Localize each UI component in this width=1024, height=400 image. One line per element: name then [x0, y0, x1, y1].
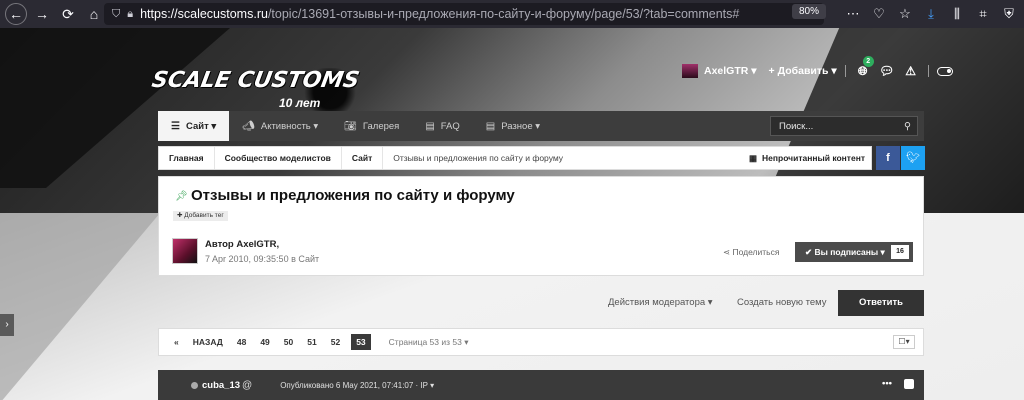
tab-gallery[interactable]: 📷︎ Галерея [331, 111, 412, 141]
zoom-indicator[interactable]: 80% [792, 4, 826, 19]
chevron-down-icon: ▾ [748, 65, 757, 77]
facebook-share-button[interactable]: f [876, 146, 900, 170]
user-avatar[interactable] [682, 64, 698, 78]
comment-posted: Опубликовано 6 May 2021, 07:41:07 · IP ▾ [280, 380, 435, 390]
comment-menu-button[interactable]: ••• [882, 378, 892, 389]
logo-text: SCALE CUSTOMS [149, 68, 362, 93]
theme-toggle[interactable] [936, 66, 953, 76]
notifications-globe-icon[interactable]: 🌐︎ 2 [854, 55, 874, 79]
page-50[interactable]: 50 [277, 337, 300, 347]
home-button[interactable]: ⌂ [83, 3, 105, 25]
comment-header: cuba_13 @ Опубликовано 6 May 2021, 07:41… [158, 370, 924, 400]
offline-status-dot [191, 381, 198, 389]
search-icon[interactable]: ⚲ [904, 121, 911, 132]
topic-title: Отзывы и предложения по сайту и форуму [191, 187, 515, 204]
breadcrumb-home[interactable]: Главная [159, 147, 215, 169]
topic-author[interactable]: Автор AxelGTR, [205, 239, 279, 250]
topic-meta: 7 Apr 2010, 09:35:50 в Сайт [205, 254, 320, 264]
chevron-down-icon: ▾ [828, 65, 837, 77]
camera-icon: 📷︎ [344, 120, 357, 132]
list-icon: ☰ [171, 120, 180, 132]
shield-icon: ⛉ [112, 7, 121, 20]
page-49[interactable]: 49 [253, 337, 276, 347]
user-bar: AxelGTR ▾ + Добавить ▾ 🌐︎ 2 💬︎ ⚠ [682, 55, 953, 80]
follow-count: 16 [891, 245, 909, 259]
page-48[interactable]: 48 [230, 337, 253, 347]
tab-activity[interactable]: 📣︎ Активность ▾ [229, 111, 331, 141]
username-link[interactable]: AxelGTR [704, 65, 748, 77]
breadcrumb-current: Отзывы и предложения по сайту и форуму [393, 153, 564, 163]
url-text: https://scalecustoms.ru/topic/13691-отзы… [140, 7, 741, 21]
screenshot-icon[interactable]: ⌗ [970, 6, 996, 22]
megaphone-icon: 📣︎ [242, 120, 255, 132]
download-icon[interactable]: ⤓ [918, 6, 944, 22]
library-icon[interactable]: ⫼ [944, 6, 970, 22]
select-all-checkbox[interactable]: ☐▾ [893, 335, 915, 349]
main-nav: ☰ Сайт ▾ 📣︎ Активность ▾ 📷︎ Галерея ▤ FA… [158, 111, 924, 141]
pin-icon: 📌︎ [175, 191, 188, 202]
page-info[interactable]: Страница 53 из 53 ▾ [389, 337, 469, 348]
comment-username[interactable]: cuba_13 [202, 380, 240, 391]
notification-badge: 2 [862, 55, 874, 67]
pocket-icon[interactable]: ♡ [866, 6, 892, 22]
reply-button[interactable]: Ответить [838, 290, 924, 316]
add-tag-button[interactable]: ✚ Добавить тег [173, 211, 228, 221]
messages-icon[interactable]: 💬︎ [878, 64, 896, 78]
unread-icon: ▦ [748, 152, 757, 163]
page: SCALE CUSTOMS 10 лет AxelGTR ▾ + Добавит… [0, 28, 1024, 400]
logo-subtitle: 10 лет [279, 96, 321, 110]
forward-button[interactable]: → [31, 3, 53, 25]
follow-button[interactable]: ✔ Вы подписаны ▾ 16 [795, 242, 913, 262]
page-current: 53 [351, 334, 371, 350]
moderator-actions-button[interactable]: Действия модератора ▾ [608, 297, 713, 308]
add-content-button[interactable]: + Добавить [769, 65, 829, 77]
tab-site[interactable]: ☰ Сайт ▾ [158, 111, 230, 141]
check-icon: ✔ [805, 246, 813, 257]
breadcrumb: Главная Сообщество моделистов Сайт Отзыв… [158, 146, 872, 170]
document-icon: ▤ [425, 120, 435, 132]
address-bar[interactable]: ⛉ 🔒︎ https://scalecustoms.ru/topic/13691… [104, 3, 824, 25]
lock-icon: 🔒︎ [127, 7, 134, 20]
search-input[interactable]: Поиск... ⚲ [770, 116, 918, 136]
tab-faq[interactable]: ▤ FAQ [412, 111, 472, 141]
page-51[interactable]: 51 [300, 337, 323, 347]
reload-button[interactable]: ⟳ [57, 3, 79, 25]
new-topic-button[interactable]: Создать новую тему [737, 297, 827, 308]
bookmark-star-icon[interactable]: ☆ [892, 6, 918, 22]
back-button[interactable]: ← [5, 3, 27, 25]
share-icon: ⋖ [723, 247, 731, 257]
topic-header: 📌︎ Отзывы и предложения по сайту и форум… [158, 176, 924, 276]
warning-icon[interactable]: ⚠ [902, 64, 920, 78]
breadcrumb-community[interactable]: Сообщество моделистов [215, 147, 342, 169]
browser-toolbar: ← → ⟳ ⌂ ⛉ 🔒︎ https://scalecustoms.ru/top… [0, 0, 1024, 28]
breadcrumb-site[interactable]: Сайт [342, 147, 384, 169]
unread-content-link[interactable]: ▦ Непрочитанный контент [749, 147, 865, 169]
author-avatar[interactable] [172, 238, 198, 264]
pagination: « НАЗАД 48 49 50 51 52 53 Страница 53 из… [158, 328, 924, 356]
more-icon[interactable]: ⋯ [840, 6, 866, 22]
tab-misc[interactable]: ▤ Разное ▾ [473, 111, 553, 141]
extension-icon[interactable]: ⛨ [996, 6, 1022, 22]
page-52[interactable]: 52 [324, 337, 347, 347]
twitter-share-button[interactable]: 🐦︎ [901, 146, 925, 170]
share-link[interactable]: ⋖ Поделиться [723, 247, 779, 258]
document-icon: ▤ [485, 120, 496, 132]
comment-checkbox[interactable] [904, 379, 914, 389]
prev-page-button[interactable]: НАЗАД [186, 337, 230, 347]
mention-icon[interactable]: @ [242, 380, 252, 391]
sidebar-toggle[interactable]: › [0, 314, 14, 336]
first-page-button[interactable]: « [167, 337, 186, 347]
